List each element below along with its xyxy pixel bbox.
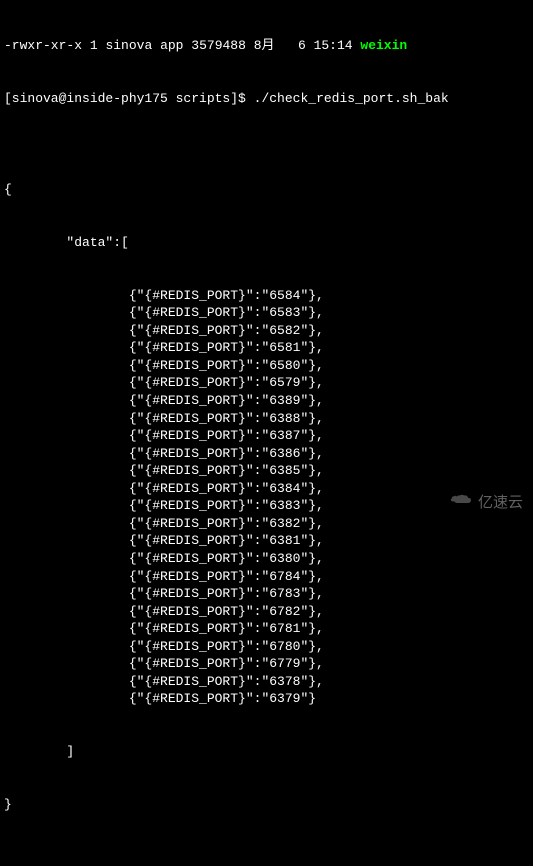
ls-output-line: -rwxr-xr-x 1 sinova app 3579488 8月 6 15:… — [4, 37, 529, 55]
json-entry: {"{#REDIS_PORT}":"6779"}, — [4, 655, 529, 673]
json-entry: {"{#REDIS_PORT}":"6381"}, — [4, 532, 529, 550]
watermark-text: 亿速云 — [478, 493, 523, 513]
json-entry: {"{#REDIS_PORT}":"6784"}, — [4, 568, 529, 586]
file-time: 15:14 — [314, 38, 353, 53]
json-entry: {"{#REDIS_PORT}":"6582"}, — [4, 322, 529, 340]
json-entry: {"{#REDIS_PORT}":"6389"}, — [4, 392, 529, 410]
watermark: 亿速云 — [450, 492, 523, 514]
json-entry: {"{#REDIS_PORT}":"6584"}, — [4, 287, 529, 305]
json-entry: {"{#REDIS_PORT}":"6380"}, — [4, 550, 529, 568]
file-user: sinova — [105, 38, 152, 53]
json-entry: {"{#REDIS_PORT}":"6378"}, — [4, 673, 529, 691]
json-entry: {"{#REDIS_PORT}":"6780"}, — [4, 638, 529, 656]
json-entry: {"{#REDIS_PORT}":"6387"}, — [4, 427, 529, 445]
json-entry: {"{#REDIS_PORT}":"6386"}, — [4, 445, 529, 463]
json-entry: {"{#REDIS_PORT}":"6388"}, — [4, 410, 529, 428]
json-entry: {"{#REDIS_PORT}":"6382"}, — [4, 515, 529, 533]
json-entry: {"{#REDIS_PORT}":"6579"}, — [4, 374, 529, 392]
json-entry: {"{#REDIS_PORT}":"6379"} — [4, 690, 529, 708]
cloud-icon — [450, 492, 474, 514]
json-data-key-line: "data":[ — [4, 234, 529, 252]
file-month: 8月 — [254, 38, 275, 53]
json-entry: {"{#REDIS_PORT}":"6580"}, — [4, 357, 529, 375]
file-permissions: -rwxr-xr-x — [4, 38, 82, 53]
file-name: weixin — [360, 38, 407, 53]
json-entry: {"{#REDIS_PORT}":"6781"}, — [4, 620, 529, 638]
json-entry: {"{#REDIS_PORT}":"6782"}, — [4, 603, 529, 621]
json-array-close: ] — [66, 744, 74, 759]
shell-command: ./check_redis_port.sh_bak — [254, 91, 449, 106]
json-entry: {"{#REDIS_PORT}":"6581"}, — [4, 339, 529, 357]
json-entry: {"{#REDIS_PORT}":"6385"}, — [4, 462, 529, 480]
shell-prompt: [sinova@inside-phy175 scripts]$ — [4, 91, 246, 106]
json-entry: {"{#REDIS_PORT}":"6583"}, — [4, 304, 529, 322]
file-group: app — [160, 38, 183, 53]
shell-prompt-line[interactable]: [sinova@inside-phy175 scripts]$ ./check_… — [4, 90, 529, 108]
terminal-output: -rwxr-xr-x 1 sinova app 3579488 8月 6 15:… — [4, 2, 529, 866]
file-links: 1 — [90, 38, 98, 53]
json-entry: {"{#REDIS_PORT}":"6783"}, — [4, 585, 529, 603]
json-close-brace: } — [4, 796, 529, 814]
file-size: 3579488 — [191, 38, 246, 53]
json-array-close-line: ] — [4, 743, 529, 761]
file-day: 6 — [298, 38, 306, 53]
json-data-key: "data":[ — [66, 235, 128, 250]
json-open-brace: { — [4, 181, 529, 199]
